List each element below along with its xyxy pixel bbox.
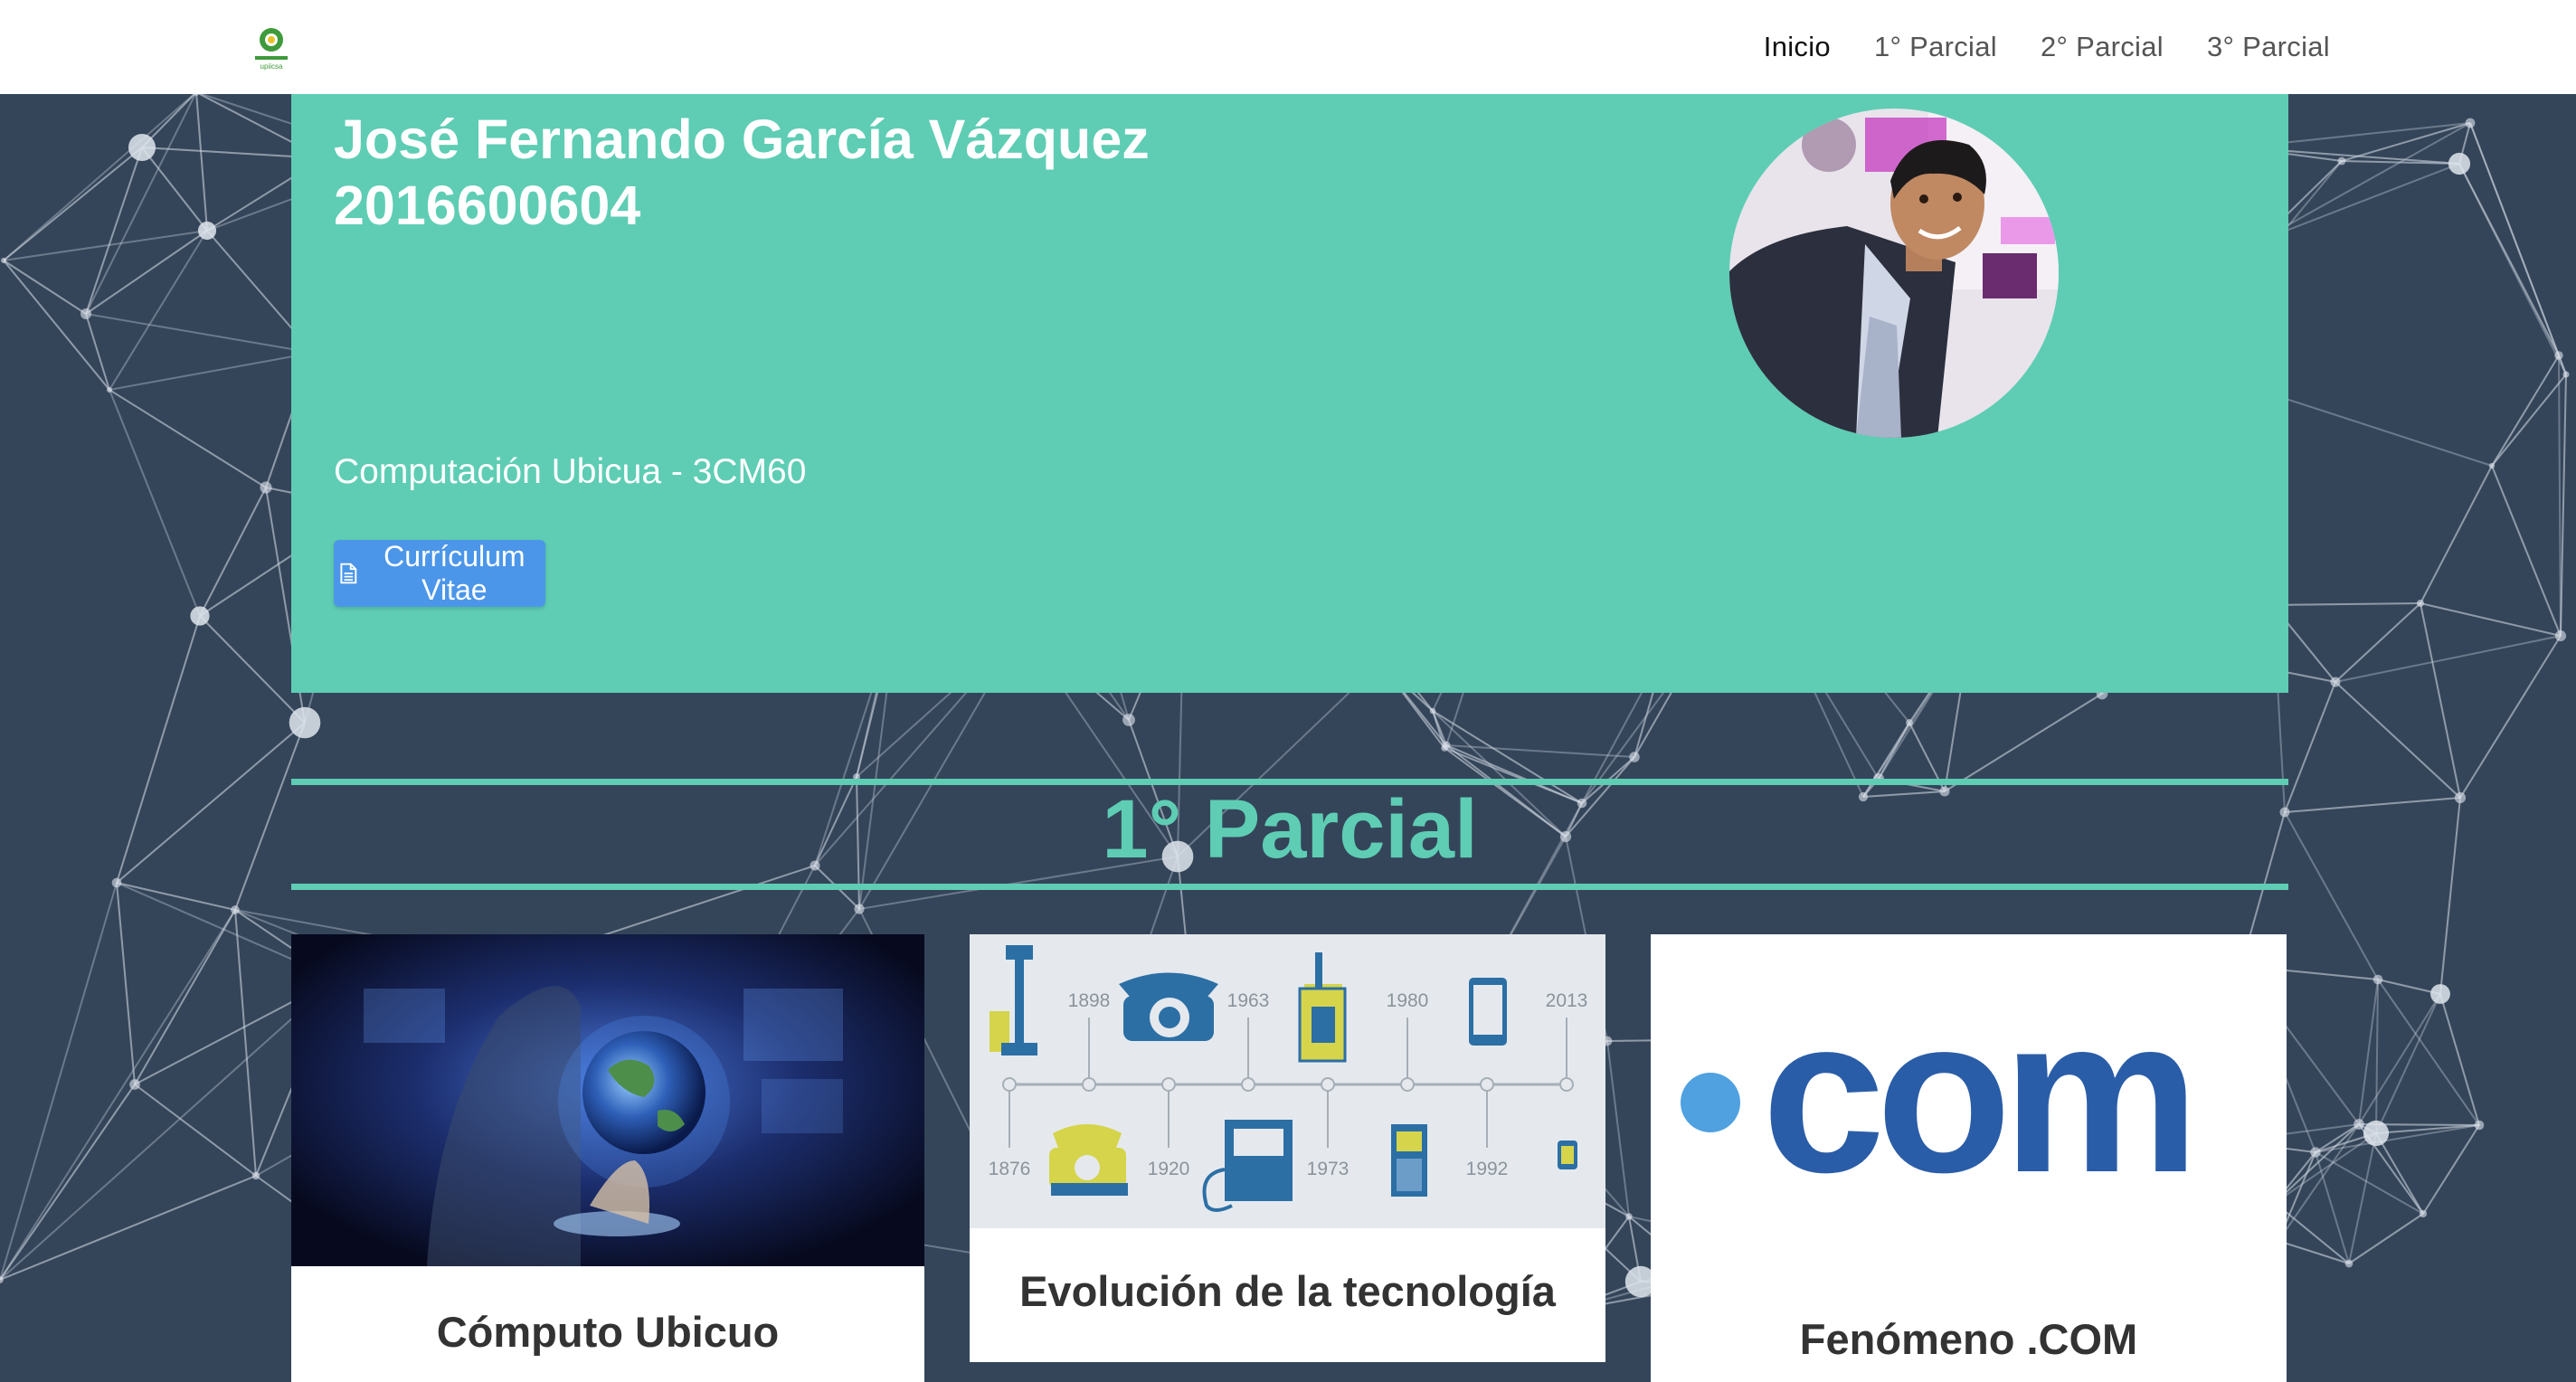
logo-text: upiicsa <box>260 62 283 71</box>
timeline-year-label: 1876 <box>989 1159 1031 1179</box>
timeline-year-label: 1920 <box>1148 1159 1190 1179</box>
dotcom-logo-text: com <box>1762 970 2191 1218</box>
nav-parcial-1[interactable]: 1° Parcial <box>1874 31 1997 63</box>
timeline-year-label: 1980 <box>1387 990 1429 1011</box>
timeline-year-label: 1992 <box>1466 1159 1509 1179</box>
card-evolucion-tecnologia[interactable]: 1876 1898 1920 1963 1973 1980 1992 2013 <box>970 934 1605 1362</box>
main-nav: Inicio 1° Parcial 2° Parcial 3° Parcial <box>1764 0 2330 94</box>
profile-id: 2016600604 <box>334 175 641 236</box>
profile-photo <box>1726 105 2062 441</box>
card-image-globe <box>291 934 924 1266</box>
card-computo-ubicuo[interactable]: Cómputo Ubicuo <box>291 934 924 1382</box>
cv-button-label: Currículum Vitae <box>384 540 526 606</box>
upiicsa-logo[interactable]: upiicsa <box>251 24 291 71</box>
section-bottom-rule <box>291 884 2288 890</box>
profile-heading: José Fernando García Vázquez 2016600604 <box>334 107 1150 239</box>
profile-name: José Fernando García Vázquez <box>334 109 1150 170</box>
document-icon <box>340 563 357 584</box>
card-title: Evolución de la tecnología <box>1019 1267 1556 1315</box>
dotcom-logo: com <box>1651 934 2287 1266</box>
card-title: Cómputo Ubicuo <box>436 1308 780 1356</box>
card-fenomeno-com[interactable]: com Fenómeno .COM <box>1651 934 2287 1382</box>
timeline-year-label: 2013 <box>1546 990 1588 1011</box>
nav-parcial-2[interactable]: 2° Parcial <box>2041 31 2164 63</box>
nav-inicio[interactable]: Inicio <box>1764 31 1831 63</box>
timeline-year-label: 1898 <box>1068 990 1111 1011</box>
top-navbar: upiicsa Inicio 1° Parcial 2° Parcial 3° … <box>0 0 2576 94</box>
timeline-year-label: 1973 <box>1307 1159 1350 1179</box>
section-title: 1° Parcial <box>1102 783 1478 876</box>
card-image-phone-timeline: 1876 1898 1920 1963 1973 1980 1992 2013 <box>970 934 1605 1228</box>
nav-parcial-3[interactable]: 3° Parcial <box>2207 31 2330 63</box>
card-title: Fenómeno .COM <box>1799 1315 2138 1363</box>
profile-hero: José Fernando García Vázquez 2016600604 … <box>291 94 2288 693</box>
course-subtitle: Computación Ubicua - 3CM60 <box>334 452 807 491</box>
curriculum-vitae-button[interactable]: Currículum Vitae <box>334 540 545 607</box>
timeline-year-label: 1963 <box>1227 990 1270 1011</box>
